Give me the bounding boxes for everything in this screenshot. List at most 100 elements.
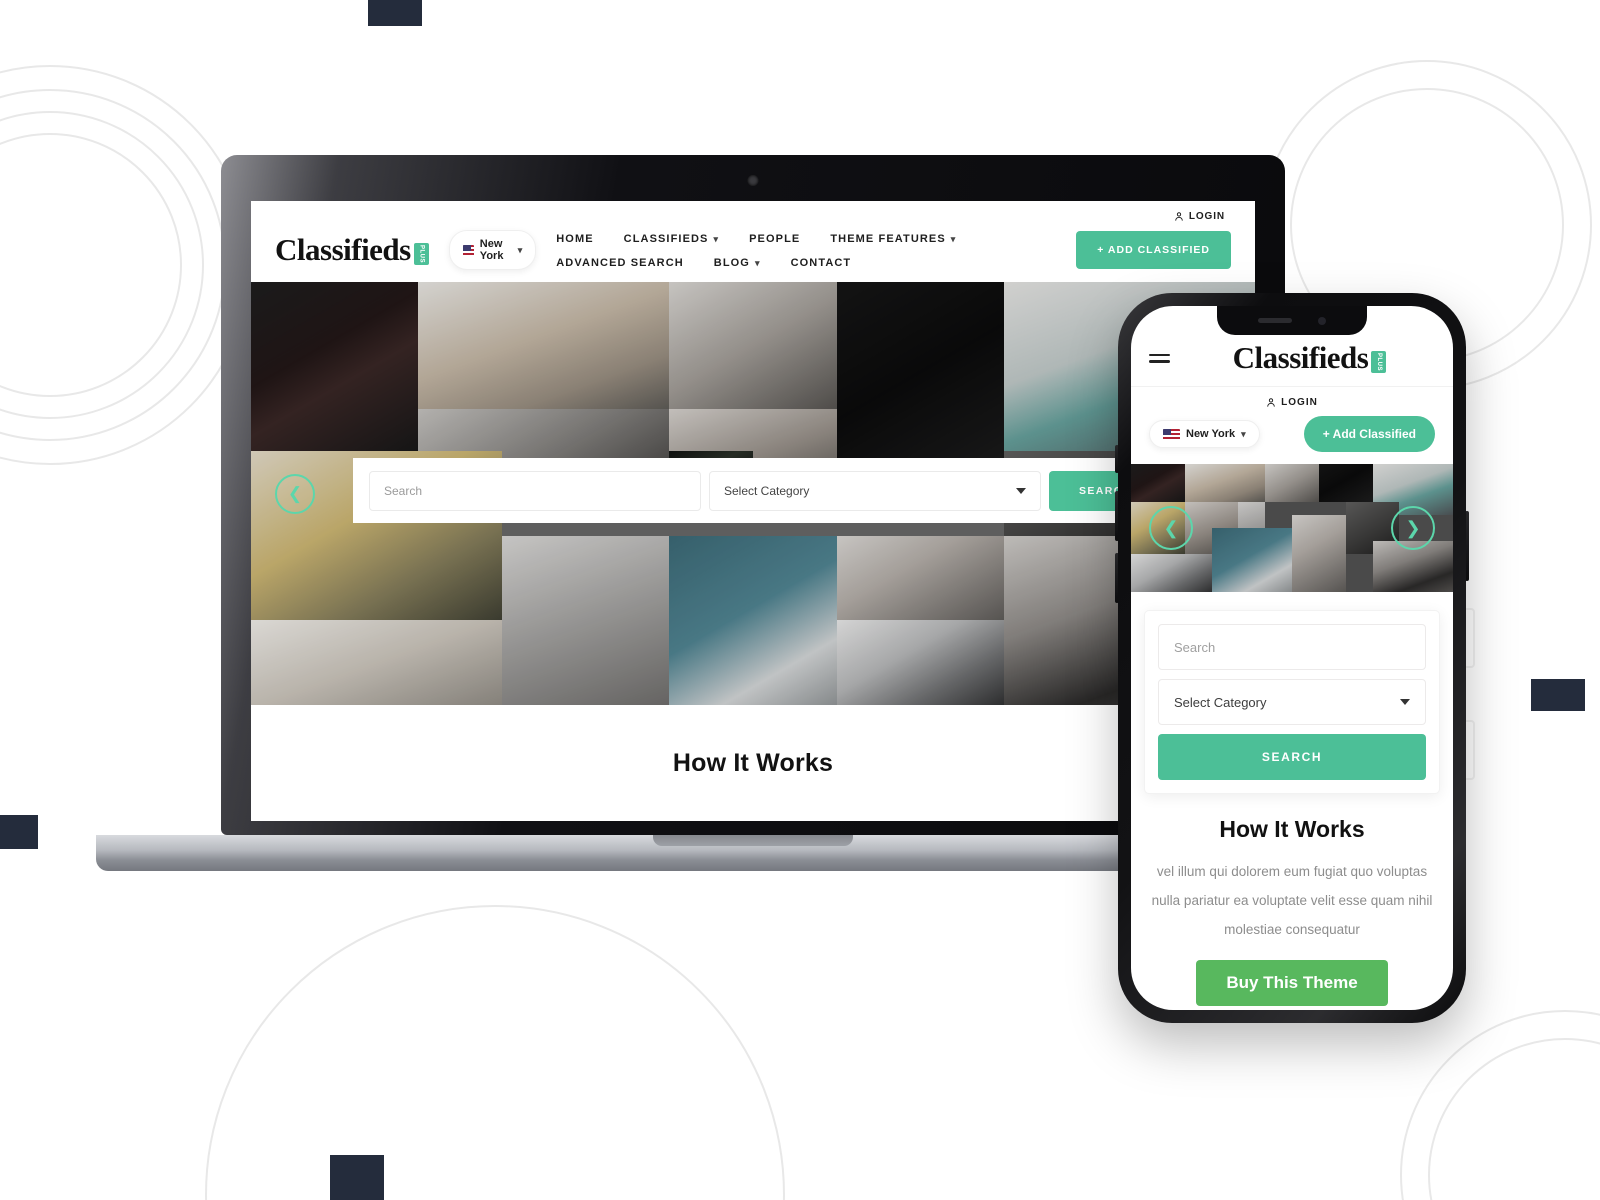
mobile-carousel-next-button[interactable]: ❯ (1391, 506, 1435, 550)
laptop-webcam-icon (747, 175, 759, 186)
mobile-buy-this-theme-button[interactable]: Buy This Theme (1196, 960, 1388, 1007)
how-it-works-title: How It Works (672, 749, 834, 777)
collage-tile-living-room-sofa (418, 282, 670, 409)
hamburger-menu-icon[interactable] (1149, 353, 1170, 363)
decorative-rings-left-inner (0, 111, 204, 419)
search-input[interactable]: Search (369, 470, 701, 511)
mobile-how-it-works-title: How It Works (1219, 816, 1365, 842)
collage-tile-cushions-couch (251, 620, 502, 705)
collage-tile-bicycle-teal-wall (669, 535, 837, 705)
collage-tile-laptop-sleeve (501, 535, 670, 705)
decorative-rings-left-core (0, 133, 182, 397)
mobile-search-placeholder: Search (1174, 639, 1216, 655)
collage-tile-silver-sports-car (836, 620, 1004, 705)
chevron-left-icon: ❮ (1163, 517, 1179, 538)
collage-tile-blanket-and-tea (1265, 464, 1319, 503)
logo-plus-badge: PLUS (1371, 351, 1387, 373)
decorative-rings-left-mid (0, 89, 226, 441)
collage-tile-blanket-and-tea (669, 282, 837, 409)
desktop-header-row: Classifieds PLUS New York ▾ HOME CLASSIF… (275, 222, 1231, 270)
phone-body: Classifieds PLUS LOGIN New York ▾ + Add … (1118, 293, 1466, 1023)
nav-item-theme-features[interactable]: THEME FEATURES ▾ (830, 233, 956, 245)
nav-label: ADVANCED SEARCH (556, 257, 684, 269)
desktop-login-link[interactable]: LOGIN (275, 211, 1231, 222)
decorative-rings-left-outer (0, 65, 250, 465)
chevron-left-icon: ❮ (287, 483, 303, 503)
nav-label: THEME FEATURES (830, 233, 946, 245)
desktop-viewport: LOGIN Classifieds PLUS New York ▾ HOME C… (251, 201, 1255, 821)
decorative-square-left (0, 815, 38, 849)
nav-label: BLOG (713, 257, 750, 269)
mobile-carousel-prev-button[interactable]: ❮ (1149, 506, 1193, 550)
mobile-hero-collage: ❮ ❯ (1131, 464, 1453, 592)
user-icon (1267, 398, 1275, 407)
nav-item-blog[interactable]: BLOG ▾ (714, 257, 761, 269)
add-classified-button[interactable]: + ADD CLASSIFIED (1076, 231, 1231, 269)
chevron-down-icon: ▾ (754, 257, 761, 268)
collage-tile-bicycle-teal-wall (1211, 528, 1292, 592)
decorative-rings-bottom-center (205, 905, 785, 1200)
nav-item-people[interactable]: PEOPLE (749, 233, 800, 245)
decorative-rings-bottomright-inner (1428, 1038, 1600, 1200)
mobile-category-select[interactable]: Select Category (1158, 679, 1426, 725)
mobile-how-it-works-section: How It Works vel illum qui dolorem eum f… (1131, 794, 1453, 1007)
chevron-down-icon (1400, 699, 1410, 705)
chevron-down-icon: ▾ (1241, 428, 1246, 439)
collage-tile-hand-with-phone (836, 535, 1004, 621)
nav-item-home[interactable]: HOME (556, 233, 593, 245)
showcase-stage: LOGIN Classifieds PLUS New York ▾ HOME C… (0, 0, 1600, 1200)
nav-label: HOME (556, 233, 594, 245)
search-input-placeholder: Search (384, 483, 423, 498)
hero-carousel-prev-button[interactable]: ❮ (275, 473, 315, 514)
chevron-down-icon: ▾ (713, 233, 720, 244)
collage-tile-living-room-sofa (1184, 464, 1266, 503)
logo-wordmark: Classifieds (1232, 340, 1369, 375)
logo-plus-badge: PLUS (413, 243, 429, 265)
category-select[interactable]: Select Category (709, 470, 1041, 511)
earpiece-speaker-icon (1258, 318, 1292, 323)
desktop-hero-collage: ❮ Search Select Category SEARCH (251, 282, 1255, 705)
chevron-down-icon: ▾ (950, 233, 957, 244)
logo-wordmark: Classifieds (275, 232, 411, 267)
mobile-search-button[interactable]: SEARCH (1158, 734, 1426, 780)
desktop-logo[interactable]: Classifieds PLUS (275, 232, 429, 268)
mobile-logo[interactable]: Classifieds PLUS (1233, 340, 1387, 376)
front-camera-icon (1318, 316, 1326, 325)
nav-label: CONTACT (790, 257, 852, 269)
nav-label: PEOPLE (749, 233, 801, 245)
desktop-login-label: LOGIN (1188, 211, 1225, 222)
mobile-category-placeholder: Select Category (1174, 694, 1267, 710)
user-icon (1175, 212, 1183, 221)
chevron-down-icon: ▾ (517, 244, 523, 255)
chevron-right-icon: ❯ (1405, 517, 1421, 538)
mobile-action-row: New York ▾ + Add Classified (1131, 416, 1453, 464)
chevron-down-icon (1016, 487, 1026, 494)
collage-tile-red-sports-car (251, 282, 419, 452)
decorative-square-top (368, 0, 422, 26)
collage-tile-silver-sports-car (1131, 553, 1212, 592)
us-flag-icon (462, 244, 474, 256)
desktop-how-it-works-section: How It Works Buy This Theme (251, 705, 1255, 805)
mobile-login-link[interactable]: LOGIN (1131, 386, 1453, 416)
collage-tile-vintage-motorcycle (1318, 464, 1373, 503)
collage-tile-red-sports-car (1131, 464, 1185, 503)
nav-item-contact[interactable]: CONTACT (791, 257, 852, 269)
nav-item-advanced-search[interactable]: ADVANCED SEARCH (556, 257, 684, 269)
decorative-square-bottom (330, 1155, 384, 1200)
mobile-city-label: New York (1186, 428, 1236, 440)
us-flag-icon (1163, 428, 1180, 440)
collage-tile-hand-with-phone (1292, 515, 1346, 592)
desktop-city-selector[interactable]: New York ▾ (448, 230, 537, 270)
mobile-search-input[interactable]: Search (1158, 624, 1426, 670)
mobile-city-selector[interactable]: New York ▾ (1149, 420, 1260, 448)
phone-mockup: Classifieds PLUS LOGIN New York ▾ + Add … (1115, 293, 1469, 1023)
nav-item-classifieds[interactable]: CLASSIFIEDS ▾ (624, 233, 719, 245)
mobile-add-classified-button[interactable]: + Add Classified (1303, 416, 1435, 452)
desktop-primary-nav: HOME CLASSIFIEDS ▾ PEOPLE THEME FEATURES ▾… (556, 231, 1056, 269)
desktop-site-header: LOGIN Classifieds PLUS New York ▾ HOME C… (251, 201, 1255, 282)
decorative-square-right (1531, 679, 1585, 711)
mobile-search-card: Search Select Category SEARCH (1144, 610, 1440, 794)
mobile-how-it-works-body: vel illum qui dolorem eum fugiat quo vol… (1151, 864, 1433, 938)
category-select-placeholder: Select Category (724, 483, 810, 498)
desktop-city-label: New York (479, 238, 504, 262)
